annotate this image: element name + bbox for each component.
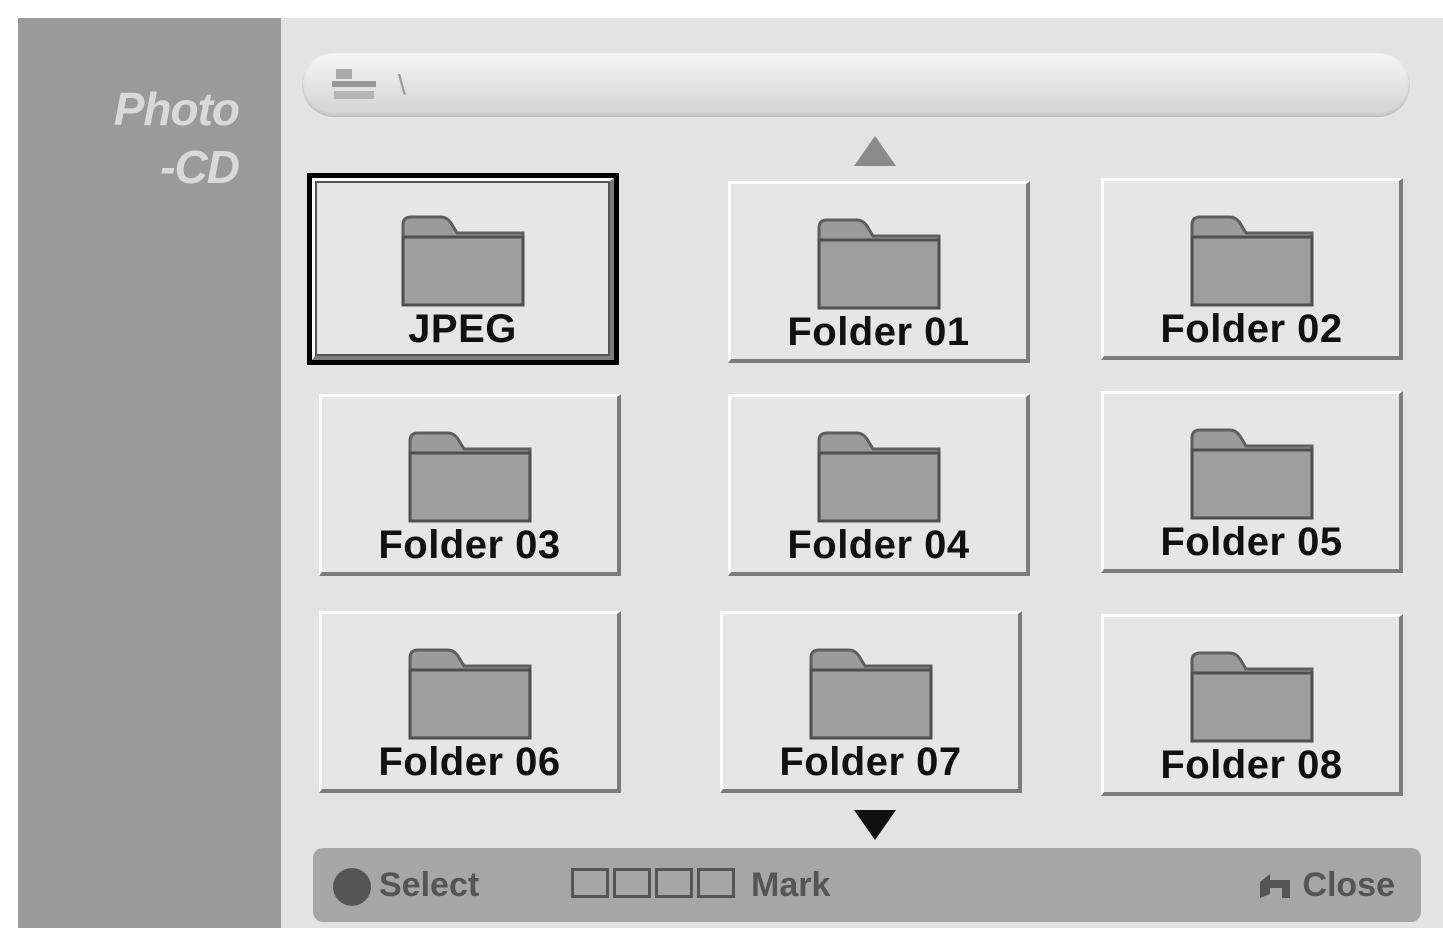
- folder-icon: [817, 218, 940, 310]
- ok-button-icon: [333, 868, 371, 907]
- folder-icon: [401, 215, 524, 307]
- folder-label: Folder 06: [378, 740, 561, 784]
- folder-tile[interactable]: Folder 03: [319, 394, 621, 576]
- folder-label: Folder 07: [779, 740, 962, 784]
- folder-tile[interactable]: Folder 04: [728, 394, 1030, 576]
- footer-select-hint: Select: [333, 866, 480, 907]
- folder-label: Folder 08: [1160, 743, 1343, 787]
- folder-tile[interactable]: Folder 02: [1101, 178, 1403, 360]
- footer-close-hint: Close: [1256, 866, 1395, 905]
- sidebar: Photo -CD: [18, 18, 281, 928]
- scroll-up-arrow-icon[interactable]: [854, 136, 896, 166]
- close-label: Close: [1302, 866, 1395, 904]
- sidebar-title: Photo -CD: [113, 83, 240, 193]
- return-icon: [1260, 874, 1291, 899]
- folder-tile[interactable]: Folder 06: [319, 611, 621, 793]
- folder-icon: [809, 648, 932, 740]
- scroll-down-arrow-icon[interactable]: [854, 810, 896, 840]
- folder-icon: [408, 431, 531, 523]
- folder-icon: [1190, 428, 1313, 520]
- folder-icon: [1190, 651, 1313, 743]
- folder-label: JPEG: [408, 307, 517, 351]
- select-label: Select: [379, 866, 480, 904]
- folder-tile[interactable]: Folder 01: [728, 181, 1030, 363]
- folder-tile[interactable]: Folder 05: [1101, 391, 1403, 573]
- folder-label: Folder 04: [787, 523, 970, 567]
- folder-label: Folder 03: [378, 523, 561, 567]
- path-bar: \: [302, 53, 1410, 117]
- mark-label: Mark: [751, 866, 831, 904]
- folder-label: Folder 02: [1160, 307, 1343, 351]
- menu-screen: Photo -CD \ JPEG Folder 01 Folder 02 Fol…: [18, 18, 1443, 928]
- folder-icon: [1190, 215, 1313, 307]
- path-text: \: [398, 69, 406, 100]
- folder-icon: [408, 648, 531, 740]
- folder-label: Folder 05: [1160, 520, 1343, 564]
- folder-tile[interactable]: Folder 07: [720, 611, 1022, 793]
- disc-drive-icon: [332, 69, 376, 99]
- folder-tile[interactable]: Folder 08: [1101, 614, 1403, 796]
- folder-tile[interactable]: JPEG: [307, 173, 619, 365]
- folder-icon: [817, 431, 940, 523]
- footer-help-bar: Select Mark Close: [313, 848, 1421, 922]
- footer-mark-hint: Mark: [571, 866, 830, 907]
- color-keys-icon: [571, 867, 739, 907]
- folder-label: Folder 01: [787, 310, 970, 354]
